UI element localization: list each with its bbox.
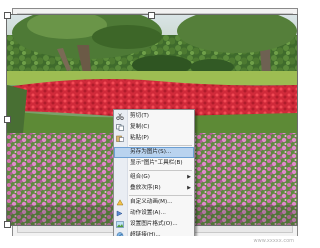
menu-item-label: 粘贴(P) [130, 135, 149, 141]
menu-item-group[interactable]: 组合(G) ▶ [114, 172, 194, 183]
context-menu: 剪切(T) 复制(C) 粘贴(P) 另存为图片(S)... 显示"图片"工具栏(… [113, 109, 195, 243]
scissors-icon [116, 113, 124, 120]
menu-item-copy[interactable]: 复制(C) [114, 122, 194, 133]
menu-item-format-picture[interactable]: 设置图片格式(O)... [114, 219, 194, 230]
menu-item-cut[interactable]: 剪切(T) [114, 111, 194, 122]
menu-item-paste[interactable]: 粘贴(P) [114, 133, 194, 144]
menu-item-label: 自定义动画(M)... [130, 199, 173, 205]
format-picture-icon [116, 221, 124, 228]
menu-item-label: 设置图片格式(O)... [130, 221, 178, 227]
menu-item-custom-animation[interactable]: 自定义动画(M)... [114, 197, 194, 208]
menu-separator [129, 170, 192, 171]
submenu-arrow-icon: ▶ [187, 174, 191, 180]
resize-handle-bottom-left[interactable] [4, 221, 11, 228]
resize-handle-left[interactable] [4, 116, 11, 123]
submenu-arrow-icon: ▶ [187, 185, 191, 191]
menu-item-label: 显示"图片"工具栏(B) [130, 160, 183, 166]
resize-handle-top[interactable] [148, 12, 155, 19]
paste-icon [116, 135, 124, 142]
menu-item-label: 动作设置(A)... [130, 210, 166, 216]
watermark-text: www.xxxxx.com [253, 238, 294, 244]
copy-icon [116, 124, 124, 131]
action-icon [116, 210, 123, 217]
menu-item-save-as-picture[interactable]: 另存为图片(S)... [114, 147, 194, 158]
menu-item-label: 叠放次序(R) [130, 185, 161, 191]
animation-icon [116, 199, 124, 206]
menu-item-show-picture-toolbar[interactable]: 显示"图片"工具栏(B) [114, 158, 194, 169]
menu-item-order[interactable]: 叠放次序(R) ▶ [114, 183, 194, 194]
menu-item-label: 复制(C) [130, 124, 150, 130]
resize-handle-top-left[interactable] [4, 12, 11, 19]
menu-item-action-settings[interactable]: 动作设置(A)... [114, 208, 194, 219]
menu-item-label: 剪切(T) [130, 113, 149, 119]
menu-item-label: 组合(G) [130, 174, 150, 180]
menu-item-label: 另存为图片(S)... [130, 149, 172, 155]
slide-canvas: 剪切(T) 复制(C) 粘贴(P) 另存为图片(S)... 显示"图片"工具栏(… [0, 0, 298, 248]
menu-separator [129, 145, 192, 146]
menu-separator [129, 195, 192, 196]
